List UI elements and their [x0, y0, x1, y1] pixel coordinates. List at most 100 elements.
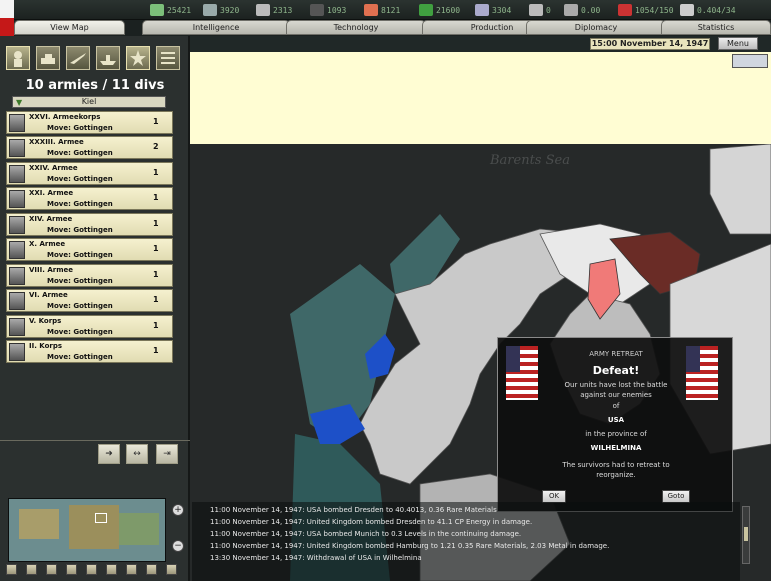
- zoom-in-button[interactable]: +: [172, 504, 184, 516]
- panel-divider: [0, 440, 190, 441]
- tab-technology[interactable]: Technology: [286, 20, 426, 35]
- location-name: Kiel: [81, 97, 97, 106]
- land-units-button[interactable]: [6, 46, 30, 70]
- unit-row[interactable]: VIII. Armee Move: Gottingen 1: [6, 264, 173, 287]
- log-line[interactable]: 13:30 November 14, 1947: Withdrawal of U…: [210, 554, 422, 562]
- resource-supplies[interactable]: 8121: [364, 3, 400, 17]
- unit-name: V. Korps: [29, 317, 62, 325]
- unit-row[interactable]: XIV. Armee Move: Gottingen 1: [6, 213, 173, 236]
- resource-value: 3920: [220, 5, 240, 15]
- resource-value: 1093: [327, 5, 347, 15]
- resource-value: 2313: [273, 5, 293, 15]
- resource-oil[interactable]: 1093: [310, 3, 346, 17]
- resource-value: 21600: [436, 5, 461, 15]
- unit-name: VI. Armee: [29, 291, 68, 299]
- scroll-thumb[interactable]: [744, 527, 748, 541]
- map-mode-resource-icon[interactable]: [126, 564, 137, 575]
- tank-icon: [41, 54, 55, 64]
- map-mode-terrain-icon[interactable]: [6, 564, 17, 575]
- log-line[interactable]: 11:00 November 14, 1947: United Kingdom …: [210, 518, 532, 526]
- unit-row[interactable]: VI. Armee Move: Gottingen 1: [6, 289, 173, 312]
- unit-row[interactable]: X. Armee Move: Gottingen 1: [6, 238, 173, 261]
- log-line[interactable]: 11:00 November 14, 1947: USA bombed Dres…: [210, 506, 497, 514]
- unit-order: Move: Gottingen: [47, 124, 113, 132]
- resource-metal[interactable]: 3920: [203, 3, 239, 17]
- map-mode-naval-icon[interactable]: [166, 564, 177, 575]
- resource-money[interactable]: 21600: [419, 3, 460, 17]
- supplies-icon: [364, 4, 378, 16]
- rare-materials-icon: [256, 4, 270, 16]
- map-mode-supply-icon[interactable]: [46, 564, 57, 575]
- merge-unit-button[interactable]: ⇥: [156, 444, 178, 464]
- merge-icon: ⇥: [163, 449, 171, 459]
- main-tabs: View Map Intelligence Technology Product…: [14, 20, 771, 36]
- unit-row[interactable]: XXIV. Armee Move: Gottingen 1: [6, 162, 173, 185]
- list-view-button[interactable]: [156, 46, 180, 70]
- unit-order: Move: Gottingen: [47, 302, 113, 310]
- division-count: 1: [153, 219, 159, 228]
- zoom-out-button[interactable]: −: [172, 540, 184, 552]
- unit-row[interactable]: II. Korps Move: Gottingen 1: [6, 340, 173, 363]
- resource-industry[interactable]: 1054/150: [618, 3, 674, 17]
- minimap[interactable]: [8, 498, 166, 562]
- log-line[interactable]: 11:00 November 14, 1947: USA bombed Muni…: [210, 530, 521, 538]
- minimap-land: [69, 505, 119, 549]
- map-mode-political-icon[interactable]: [26, 564, 37, 575]
- resource-value: 25421: [167, 5, 192, 15]
- resource-dissent[interactable]: 0.00: [564, 3, 600, 17]
- armor-units-button[interactable]: [36, 46, 60, 70]
- province-name: WILHELMINA: [590, 444, 642, 452]
- resource-manpower[interactable]: 3304: [475, 3, 511, 17]
- province-location[interactable]: ▼ Kiel: [12, 96, 166, 108]
- resource-rare-materials[interactable]: 2313: [256, 3, 292, 17]
- log-scrollbar[interactable]: [742, 506, 750, 564]
- research-icon: [680, 4, 694, 16]
- tab-view-map[interactable]: View Map: [14, 20, 125, 35]
- tab-statistics[interactable]: Statistics: [661, 20, 771, 35]
- plane-icon: [70, 53, 86, 64]
- unit-name: XIV. Armee: [29, 215, 73, 223]
- unit-row[interactable]: XXXIII. Armee Move: Gottingen 2: [6, 136, 173, 159]
- unit-row[interactable]: XXVI. Armeekorps Move: Gottingen 1: [6, 111, 173, 134]
- unit-row[interactable]: V. Korps Move: Gottingen 1: [6, 315, 173, 338]
- map-mode-air-icon[interactable]: [146, 564, 157, 575]
- division-count: 2: [153, 142, 159, 151]
- oil-icon: [310, 4, 324, 16]
- resource-value: 8121: [381, 5, 401, 15]
- unit-order: Move: Gottingen: [47, 200, 113, 208]
- resource-research[interactable]: 0.404/34: [680, 3, 736, 17]
- split-unit-button[interactable]: ↔: [126, 444, 148, 464]
- resource-transport[interactable]: 0: [529, 3, 551, 17]
- star-icon: [130, 50, 146, 66]
- commander-portrait-icon: [9, 343, 25, 361]
- minimap-viewport[interactable]: [95, 513, 107, 523]
- event-text-province-label: in the province of: [585, 430, 647, 438]
- map-mode-weather-icon[interactable]: [86, 564, 97, 575]
- location-pin-icon: ▼: [16, 98, 23, 107]
- industry-icon: [618, 4, 632, 16]
- map-mode-partisan-icon[interactable]: [106, 564, 117, 575]
- game-date: 15:00 November 14, 1947: [590, 38, 710, 50]
- log-line[interactable]: 11:00 November 14, 1947: United Kingdom …: [210, 542, 609, 550]
- unit-order: Move: Gottingen: [47, 175, 113, 183]
- naval-units-button[interactable]: [96, 46, 120, 70]
- move-order-button[interactable]: ➜: [98, 444, 120, 464]
- date-bar: 15:00 November 14, 1947 Menu: [190, 36, 771, 52]
- resource-energy[interactable]: 25421: [150, 3, 191, 17]
- map-mode-diplomatic-icon[interactable]: [66, 564, 77, 575]
- air-units-button[interactable]: [66, 46, 90, 70]
- division-count: 1: [153, 270, 159, 279]
- unit-row[interactable]: XXI. Armee Move: Gottingen 1: [6, 187, 173, 210]
- menu-button[interactable]: Menu: [718, 37, 758, 50]
- commander-portrait-icon: [9, 190, 25, 208]
- move-arrow-icon: ➜: [105, 449, 113, 459]
- division-count: 1: [153, 346, 159, 355]
- resource-value: 0.404/34: [697, 5, 736, 15]
- tab-intelligence[interactable]: Intelligence: [142, 20, 290, 35]
- hq-units-button[interactable]: [126, 46, 150, 70]
- event-text-outcome: The survivors had to retreat to reorgani…: [562, 461, 670, 479]
- unit-order: Move: Gottingen: [47, 251, 113, 259]
- tab-diplomacy[interactable]: Diplomacy: [526, 20, 666, 35]
- metal-icon: [203, 4, 217, 16]
- transport-icon: [529, 4, 543, 16]
